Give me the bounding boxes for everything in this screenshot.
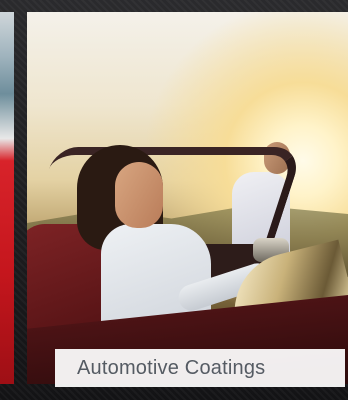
category-caption[interactable]: Automotive Coatings — [55, 349, 345, 387]
woman-figure-face — [115, 162, 163, 228]
hero-image[interactable] — [27, 12, 348, 384]
adjacent-panel-image[interactable] — [0, 12, 14, 384]
category-caption-label: Automotive Coatings — [77, 356, 266, 379]
